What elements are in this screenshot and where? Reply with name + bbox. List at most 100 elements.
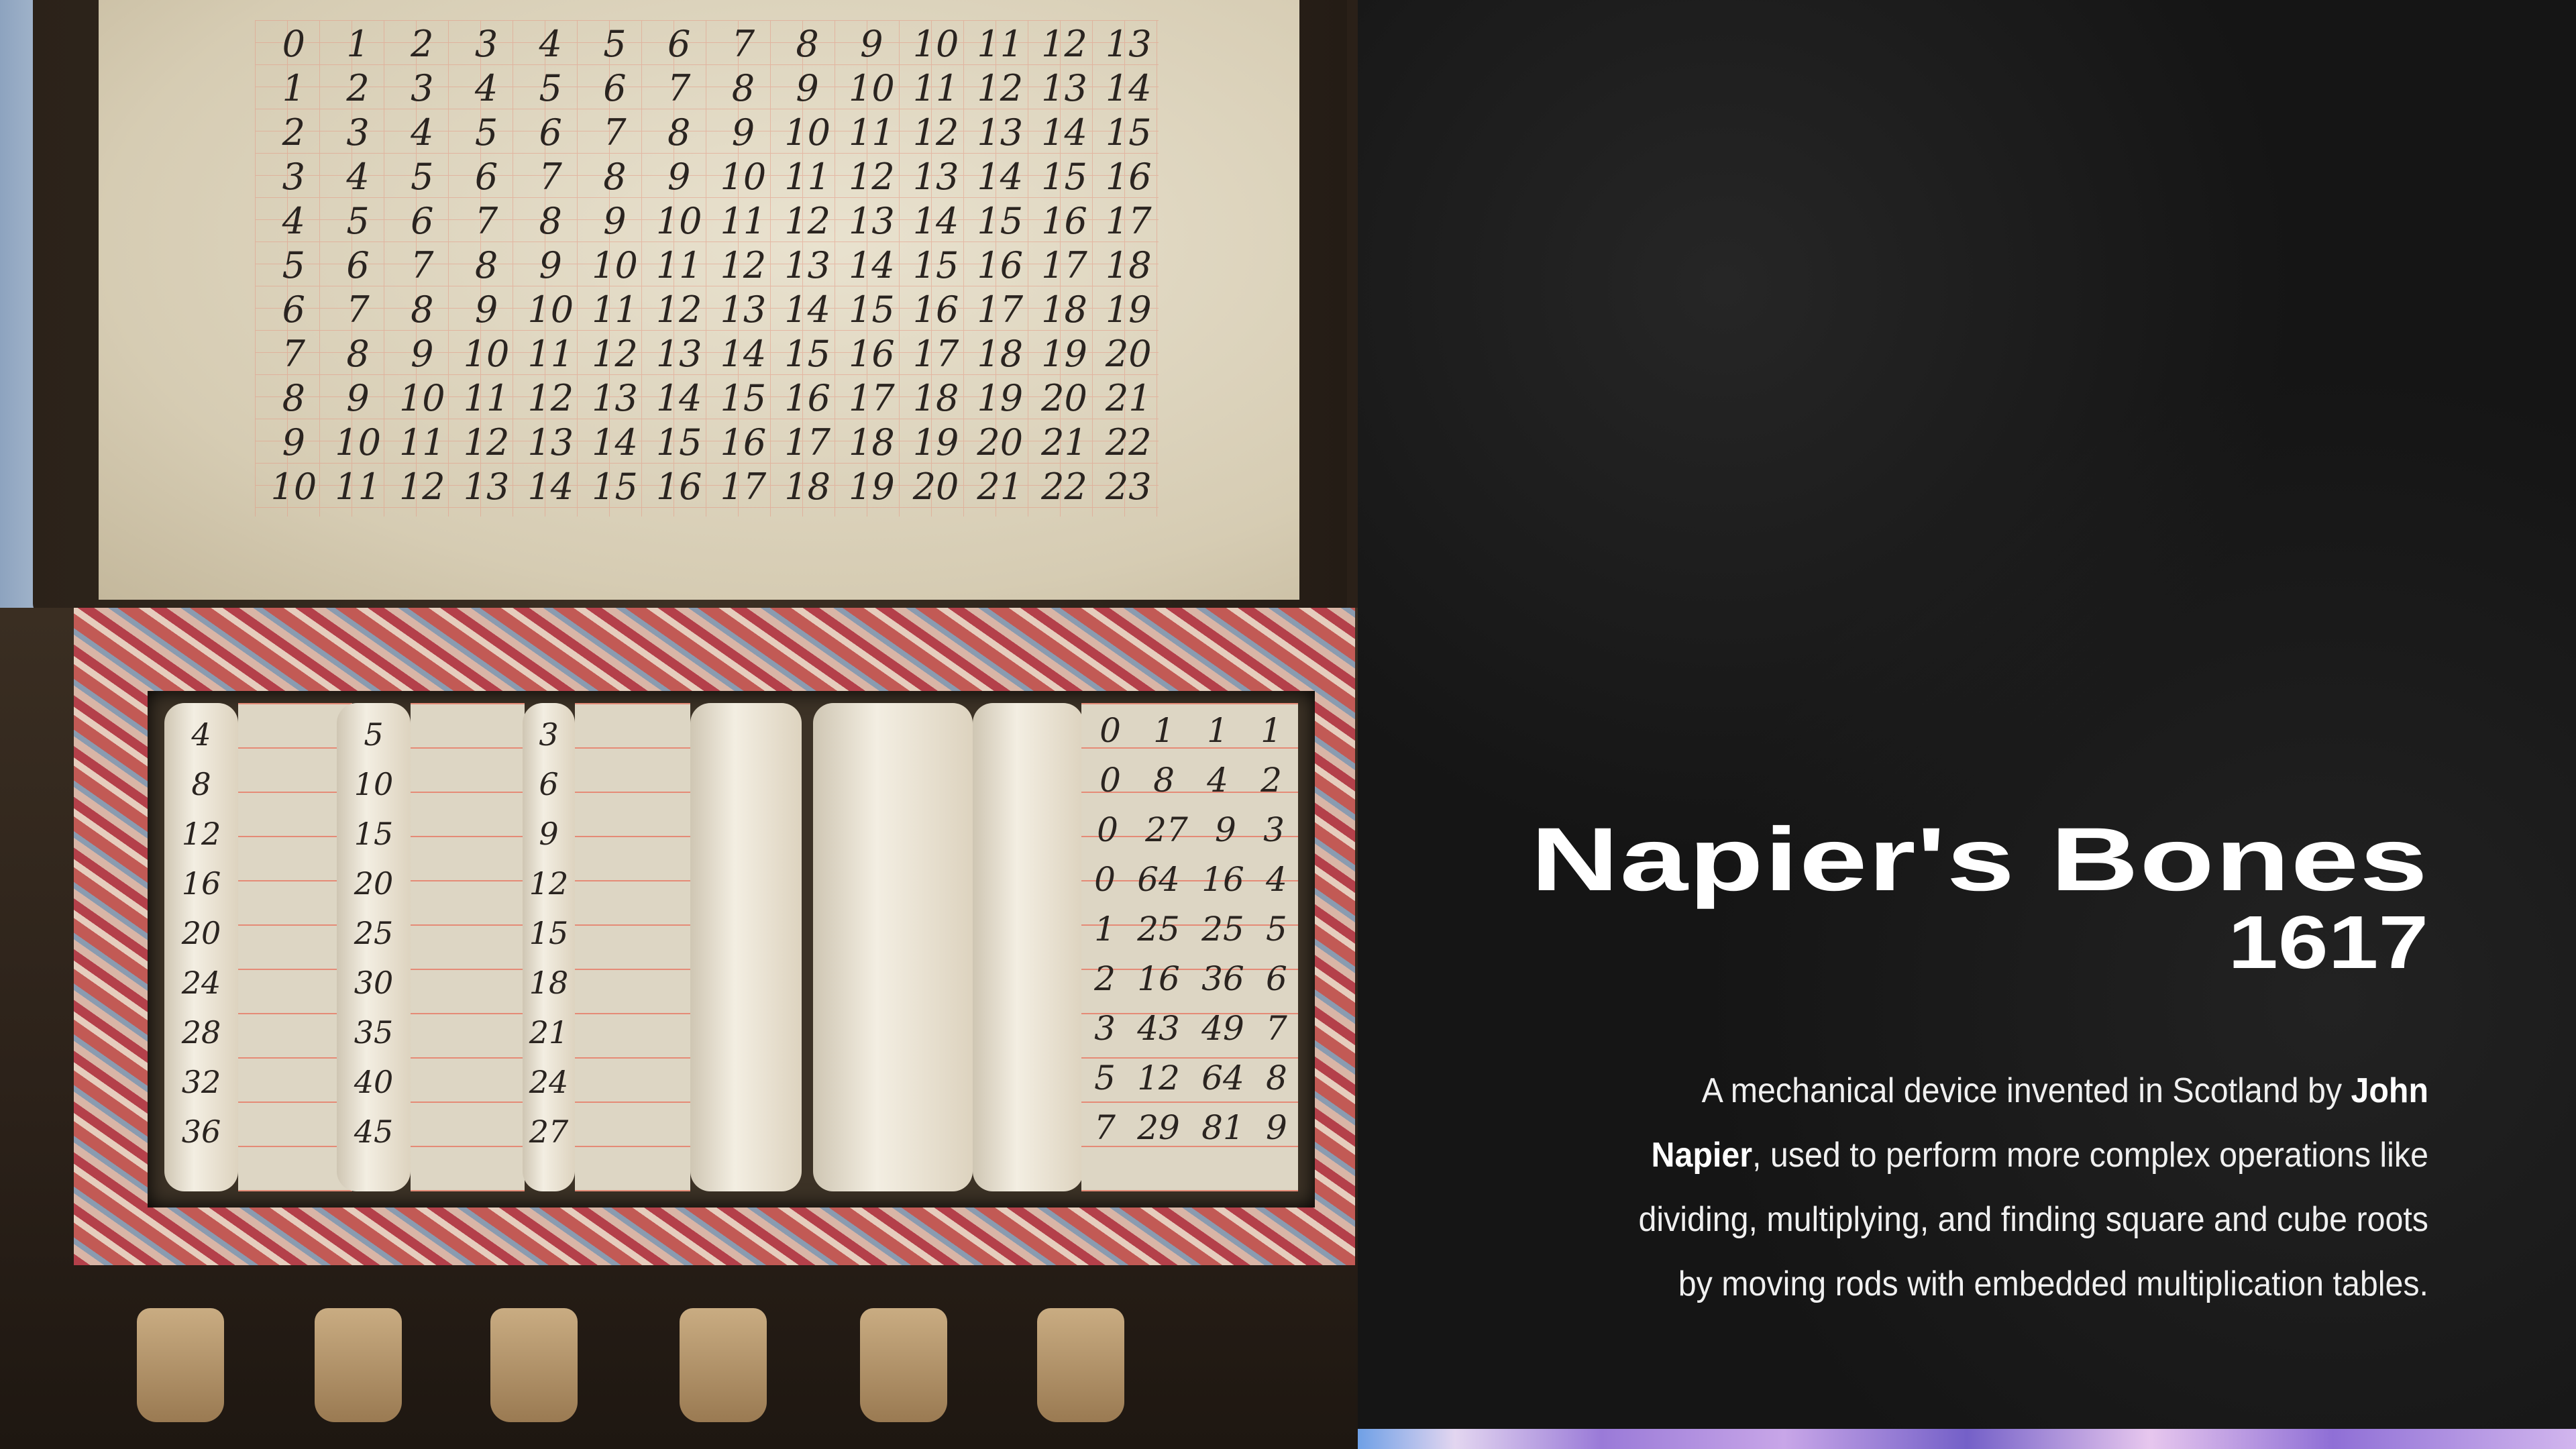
rod-flat-panel [411,703,525,1191]
table-cell: 16 [912,288,959,331]
table-cell: 12 [912,111,959,154]
table-row: 1 25 25 5 [1083,910,1298,959]
table-row: 0111 [1083,711,1298,761]
table-cell: 1 [282,66,306,109]
table-cell: 3 [346,111,370,154]
text: , used to perform more complex operation… [1752,1136,2428,1175]
table-row: 3 4 5 6 7 8 9 10 11 12 13 14 15 16 [262,154,1161,199]
text: A mechanical device invented in Scotland… [1701,1071,2351,1110]
table-cell: 16 [1041,199,1087,242]
table-cell: 4 [474,66,498,109]
table-cell: 10 [592,244,638,286]
table-cell: 8 [346,332,370,375]
table-cell: 7 [282,332,306,375]
table-cell: 6 [474,155,498,198]
table-cell: 11 [592,288,638,331]
table-cell: 5 [1094,1059,1116,1097]
table-cell: 20 [977,421,1024,464]
table-cell: 7 [411,244,434,286]
table-cell: 6 [539,111,562,154]
rod-digit: 20 [354,865,394,902]
table-cell: 3 [282,155,306,198]
table-cell: 4 [346,155,370,198]
table-cell: 18 [1041,288,1087,331]
table-cell: 17 [784,421,830,464]
table-cell: 6 [1266,959,1287,998]
table-cell: 15 [655,421,702,464]
table-cell: 7 [346,288,370,331]
table-cell: 11 [848,111,895,154]
rod-digit: 9 [539,816,559,852]
table-cell: 23 [1105,465,1152,508]
table-row: 6 7 8 9 10 11 12 13 14 15 16 17 18 19 [262,287,1161,331]
description-line: by moving rods with embedded multiplicat… [1678,1265,2428,1303]
table-row: 0 27 9 3 [1083,810,1298,860]
table-cell: 7 [667,66,691,109]
table-cell: 14 [592,421,638,464]
table-cell: 8 [474,244,498,286]
table-cell: 14 [977,155,1024,198]
table-cell: 20 [1041,376,1087,419]
rod-digit: 27 [529,1114,569,1150]
wooden-knob [1037,1308,1124,1422]
table-cell: 9 [1266,1108,1287,1147]
table-cell: 12 [463,421,510,464]
table-cell: 14 [912,199,959,242]
table-cell: 21 [1105,376,1152,419]
table-cell: 12 [720,244,767,286]
table-cell: 13 [463,465,510,508]
rod-digit: 36 [181,1114,221,1150]
table-cell: 3 [1094,1009,1116,1048]
table-cell: 13 [784,244,830,286]
table-cell: 12 [848,155,895,198]
rod: 5 10 15 20 25 30 35 40 45 [337,703,411,1191]
table-cell: 21 [1041,421,1087,464]
rod-digit: 25 [354,915,394,951]
table-cell: 10 [398,376,445,419]
table-cell: 12 [527,376,574,419]
table-cell: 3 [411,66,434,109]
table-cell: 3 [1263,810,1285,849]
table-cell: 8 [282,376,306,419]
description-line: Napier, used to perform more complex ope… [1493,1123,2428,1187]
slide-title: Napier's Bones [1530,810,2428,910]
table-cell: 12 [1137,1059,1180,1097]
wooden-knob [490,1308,578,1422]
table-cell: 19 [912,421,959,464]
table-cell: 0 [1094,860,1116,899]
table-cell: 9 [282,421,306,464]
table-row: 7 29 81 9 [1083,1108,1298,1158]
table-cell: 1 [1153,711,1175,750]
table-cell: 13 [912,155,959,198]
table-cell: 4 [1266,860,1287,899]
table-row: 7 8 9 10 11 12 13 14 15 16 17 18 19 20 [262,331,1161,376]
table-cell: 13 [592,376,638,419]
table-cell: 9 [1215,810,1236,849]
table-cell: 2 [411,22,434,65]
table-cell: 25 [1137,910,1180,949]
table-cell: 16 [977,244,1024,286]
rod-digit: 15 [354,816,394,852]
table-cell: 11 [463,376,510,419]
table-cell: 10 [335,421,381,464]
table-cell: 12 [784,199,830,242]
description-line: A mechanical device invented in Scotland… [1493,1059,2428,1123]
table-cell: 29 [1137,1108,1180,1147]
slide-description: A mechanical device invented in Scotland… [1422,1059,2428,1316]
table-cell: 4 [282,199,306,242]
table-cell: 15 [1105,111,1152,154]
table-cell: 7 [539,155,562,198]
rod-digit: 21 [529,1014,569,1051]
rod-digit: 3 [539,716,559,753]
wooden-knob [315,1308,402,1422]
table-cell: 4 [1207,761,1228,800]
table-cell: 15 [912,244,959,286]
table-cell: 10 [270,465,317,508]
rod-digit: 12 [529,865,569,902]
table-cell: 15 [784,332,830,375]
table-cell: 14 [848,244,895,286]
table-row: 5 6 7 8 9 10 11 12 13 14 15 16 17 18 [262,243,1161,287]
table-cell: 11 [398,421,445,464]
table-cell: 9 [796,66,819,109]
table-cell: 18 [784,465,830,508]
